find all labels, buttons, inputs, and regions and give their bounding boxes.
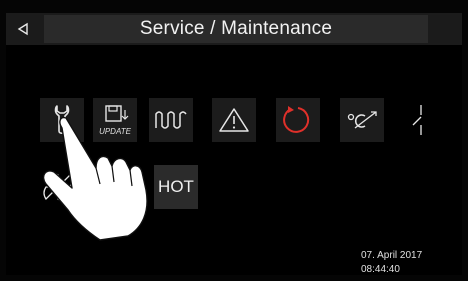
warning-triangle-icon <box>219 108 249 132</box>
back-button[interactable] <box>6 13 40 45</box>
temperature-calibration-tile[interactable] <box>340 98 384 142</box>
status-date: 07. April 2017 <box>361 250 423 261</box>
warnings-tile[interactable] <box>212 98 256 142</box>
page-title: Service / Maintenance <box>44 15 428 43</box>
status-datetime: 07. April 2017 08:44:40 <box>361 249 461 277</box>
celsius-arrow-icon <box>347 111 377 129</box>
pointing-hand-icon <box>42 116 148 241</box>
circular-arrow-icon <box>283 106 310 133</box>
status-time: 08:44:40 <box>361 264 400 275</box>
switch-tile[interactable] <box>398 98 442 142</box>
hot-button[interactable]: HOT <box>154 165 198 209</box>
heating-curve-tile[interactable] <box>149 98 193 142</box>
header-bar: Service / Maintenance <box>6 13 462 45</box>
wave-curve-icon <box>155 111 187 129</box>
reset-tile[interactable] <box>276 98 320 142</box>
back-triangle-icon <box>17 22 28 36</box>
switch-icon <box>412 105 422 135</box>
